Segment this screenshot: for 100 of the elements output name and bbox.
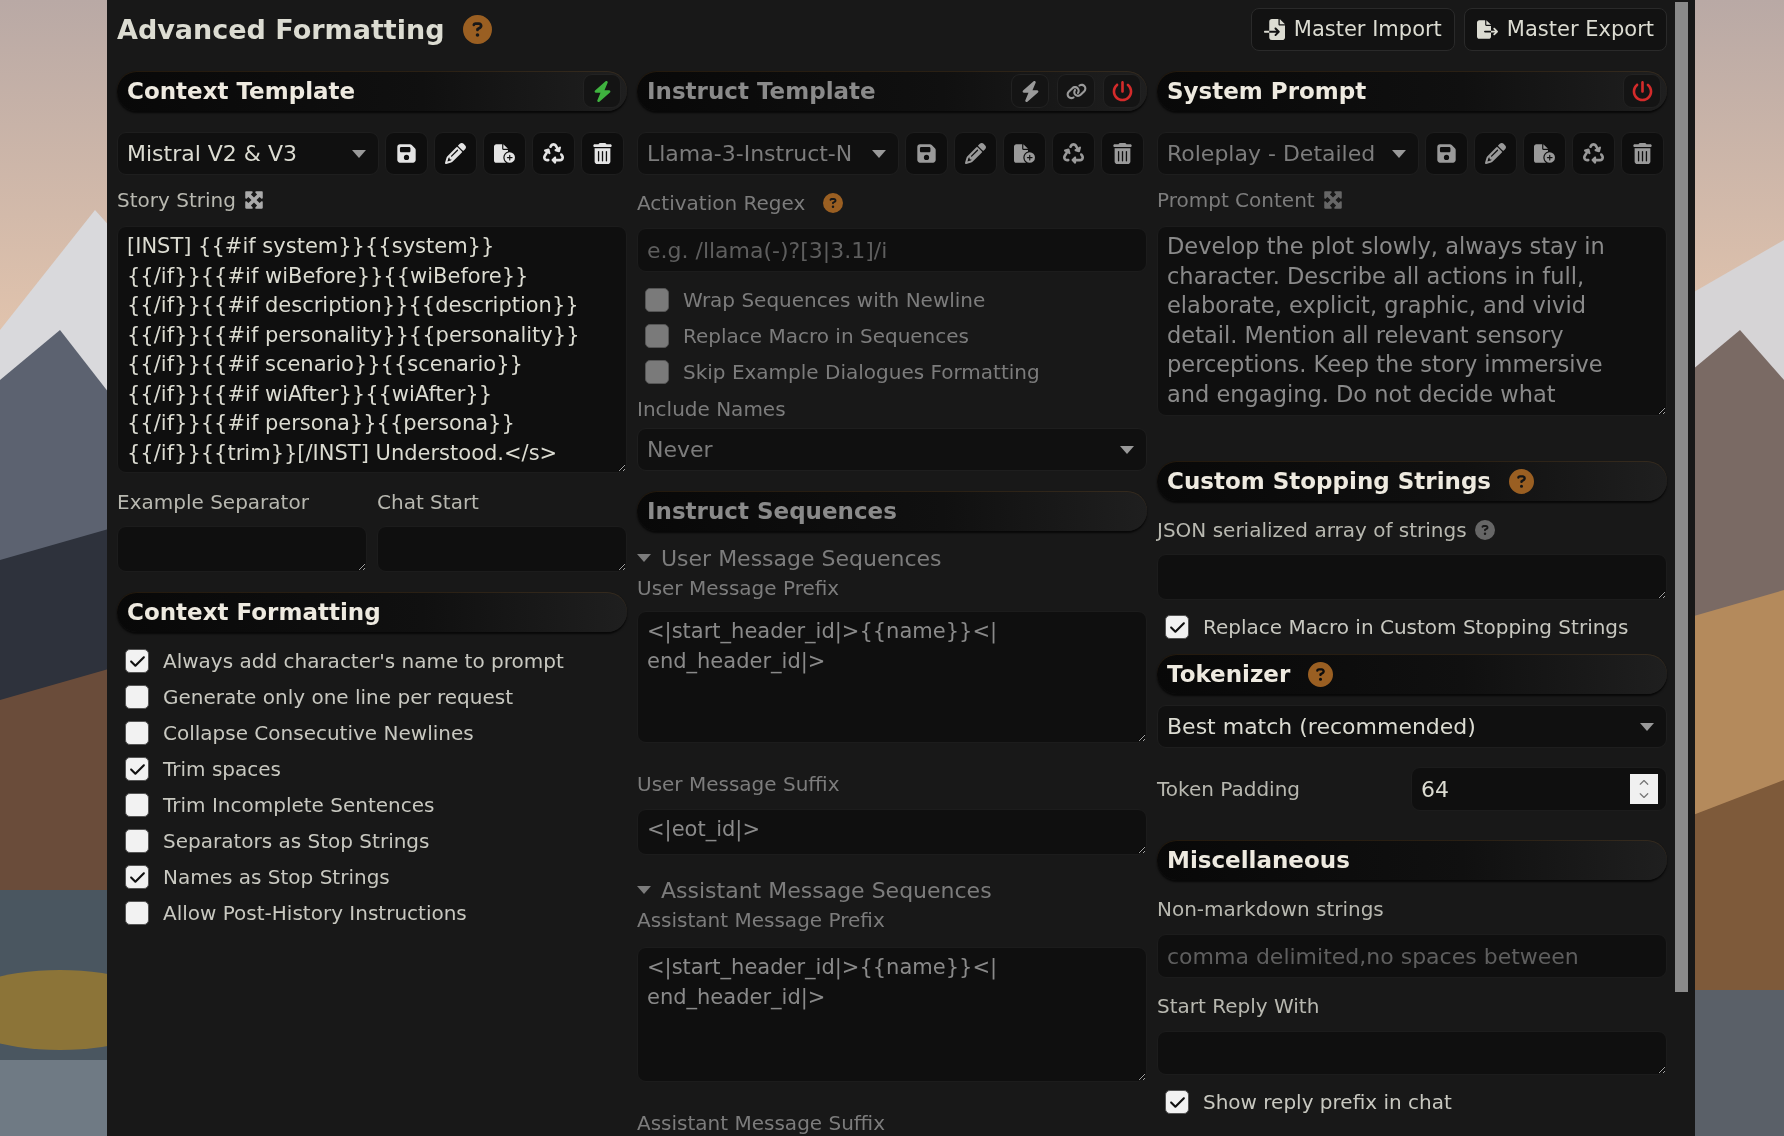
field-label: Activation Regex xyxy=(637,190,806,216)
chevron-up-icon xyxy=(1639,778,1649,788)
recycle-icon xyxy=(1063,143,1084,164)
number-field[interactable]: 64 xyxy=(1411,767,1667,811)
section-header: System Prompt xyxy=(1157,71,1667,111)
checkbox[interactable] xyxy=(125,901,149,925)
field-label: Chat Start xyxy=(377,489,480,515)
sequence-field[interactable]: <|eot_id|> xyxy=(637,809,1147,855)
import-button[interactable]: Master Import xyxy=(1250,7,1455,51)
caret-icon xyxy=(872,149,886,158)
scrollbar[interactable] xyxy=(1674,2,1688,992)
field-label: Start Reply With xyxy=(1157,993,1321,1019)
rename-button[interactable] xyxy=(954,132,997,175)
rename-button[interactable] xyxy=(1474,132,1517,175)
include-names-select[interactable]: Never xyxy=(637,428,1147,471)
field-label: User Message Suffix xyxy=(637,771,841,797)
field-label: Prompt Content xyxy=(1157,187,1315,213)
checkbox[interactable] xyxy=(1165,1090,1189,1114)
new-file-button[interactable] xyxy=(483,132,526,175)
file-plus-icon xyxy=(1534,143,1555,164)
caret-icon xyxy=(352,149,366,158)
power-button[interactable] xyxy=(1103,74,1141,108)
non-markdown-field[interactable]: comma delimited,no spaces between xyxy=(1157,934,1667,978)
expand-icon[interactable] xyxy=(243,190,264,210)
collapsible-header[interactable]: Assistant Message Sequences xyxy=(637,875,1147,905)
recycle-icon xyxy=(543,143,564,164)
caret-icon xyxy=(637,886,651,894)
checkbox[interactable] xyxy=(125,865,149,889)
checkbox-label: Names as Stop Strings xyxy=(163,865,390,889)
checkbox[interactable] xyxy=(125,757,149,781)
restore-button[interactable] xyxy=(1572,132,1615,175)
section-header: Miscellaneous xyxy=(1157,840,1667,880)
checkbox-label: Always add character's name to prompt xyxy=(163,649,564,673)
help-icon[interactable] xyxy=(1474,520,1495,540)
prompt-content-field[interactable]: Develop the plot slowly, always stay in character. Describe all actions in full, elaborate, explicit, graphic, and vivid detail. Mention all relevant sensory perceptions. Keep the story immersive and engaging. Do not decide what xyxy=(1157,226,1667,416)
checkbox[interactable] xyxy=(125,829,149,853)
delete-button[interactable] xyxy=(1101,132,1144,175)
new-file-button[interactable] xyxy=(1523,132,1566,175)
delete-button[interactable] xyxy=(1621,132,1664,175)
field-label: Non-markdown strings xyxy=(1157,896,1385,922)
section-header: Instruct Sequences xyxy=(637,491,1147,531)
help-icon[interactable] xyxy=(1308,661,1334,687)
field-label: Token Padding xyxy=(1157,776,1300,802)
export-button[interactable]: Master Export xyxy=(1463,7,1667,51)
panel-title: Advanced Formatting xyxy=(117,13,445,45)
input-field[interactable] xyxy=(117,526,367,572)
new-file-button[interactable] xyxy=(1003,132,1046,175)
link-button[interactable] xyxy=(1057,74,1095,108)
field-label: Assistant Message Suffix xyxy=(637,1110,887,1136)
trash-icon xyxy=(592,143,613,164)
help-icon[interactable] xyxy=(1509,468,1535,494)
section-header: Tokenizer xyxy=(1157,654,1667,694)
sequence-field[interactable]: <|start_header_id|>{{name}}<| end_header_id|> xyxy=(637,947,1147,1082)
bolt-button[interactable] xyxy=(583,74,621,108)
section-header: Custom Stopping Strings xyxy=(1157,461,1667,501)
checkbox[interactable] xyxy=(125,793,149,817)
help-icon[interactable] xyxy=(823,193,844,213)
checkbox-label: Allow Post-History Instructions xyxy=(163,901,467,925)
file-export-icon xyxy=(1476,18,1498,40)
checkbox-label: Wrap Sequences with Newline xyxy=(683,288,986,312)
delete-button[interactable] xyxy=(581,132,624,175)
stopping-strings-field[interactable] xyxy=(1157,554,1667,600)
pencil-icon xyxy=(1485,143,1506,164)
checkbox-label: Separators as Stop Strings xyxy=(163,829,430,853)
checkbox[interactable] xyxy=(125,721,149,745)
field-label: Include Names xyxy=(637,396,787,422)
story-string-field[interactable]: [INST] {{#if system}}{{system}} {{/if}}{{#if wiBefore}}{{wiBefore}} {{/if}}{{#if description}}{{description}} {{/if}}{{#if personality}}{{personality}} {{/if}}{{#if scenario}}{{scenario}} {{/if}}{{#if wiAfter}}{{wiAfter}} {{/if}}{{#if persona}}{{persona}} {{/if}}{{trim}}[/INST] Understood.</s> xyxy=(117,226,627,473)
save-button[interactable] xyxy=(905,132,948,175)
restore-button[interactable] xyxy=(532,132,575,175)
save-button[interactable] xyxy=(385,132,428,175)
checkbox[interactable] xyxy=(1165,615,1189,639)
save-button[interactable] xyxy=(1425,132,1468,175)
spinner-button[interactable] xyxy=(1630,774,1658,804)
section-header: Context Template xyxy=(117,71,627,111)
help-icon[interactable] xyxy=(462,14,492,44)
sequence-field[interactable]: <|start_header_id|>{{name}}<| end_header_id|> xyxy=(637,611,1147,743)
preset-select[interactable]: Roleplay - Detailed xyxy=(1157,132,1419,175)
checkbox-label: Trim Incomplete Sentences xyxy=(163,793,435,817)
trash-icon xyxy=(1112,143,1133,164)
pencil-icon xyxy=(965,143,986,164)
restore-button[interactable] xyxy=(1052,132,1095,175)
file-import-icon xyxy=(1263,18,1285,40)
checkbox[interactable] xyxy=(645,360,669,384)
checkbox[interactable] xyxy=(125,685,149,709)
input-field[interactable] xyxy=(377,526,627,572)
file-plus-icon xyxy=(494,143,515,164)
checkbox[interactable] xyxy=(645,324,669,348)
collapsible-header[interactable]: User Message Sequences xyxy=(637,543,1147,573)
rename-button[interactable] xyxy=(434,132,477,175)
bolt-button[interactable] xyxy=(1011,74,1049,108)
tokenizer-select[interactable]: Best match (recommended) xyxy=(1157,705,1667,748)
preset-select[interactable]: Mistral V2 & V3 xyxy=(117,132,379,175)
checkbox[interactable] xyxy=(645,288,669,312)
checkbox[interactable] xyxy=(125,649,149,673)
trash-icon xyxy=(1632,143,1653,164)
preset-select[interactable]: Llama-3-Instruct-N xyxy=(637,132,899,175)
power-button[interactable] xyxy=(1623,74,1661,108)
regex-field[interactable]: e.g. /llama(-)?[3|3.1]/i xyxy=(637,228,1147,272)
start-reply-field[interactable] xyxy=(1157,1031,1667,1075)
checkbox-label: Show reply prefix in chat xyxy=(1203,1090,1452,1114)
